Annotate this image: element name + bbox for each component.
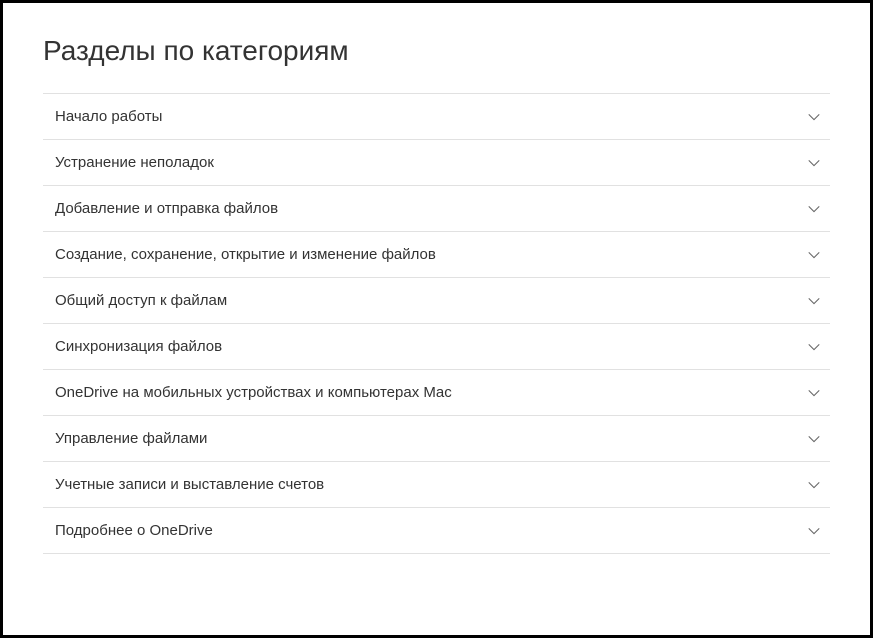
accordion-item-share-files[interactable]: Общий доступ к файлам	[43, 277, 830, 323]
chevron-down-icon	[806, 523, 822, 539]
chevron-down-icon	[806, 293, 822, 309]
accordion-item-label: Создание, сохранение, открытие и изменен…	[55, 246, 436, 263]
accordion-item-manage-files[interactable]: Управление файлами	[43, 415, 830, 461]
accordion-item-label: Общий доступ к файлам	[55, 292, 227, 309]
accordion-item-more-onedrive[interactable]: Подробнее о OneDrive	[43, 507, 830, 554]
chevron-down-icon	[806, 339, 822, 355]
accordion-item-label: Синхронизация файлов	[55, 338, 222, 355]
accordion-item-label: Управление файлами	[55, 430, 207, 447]
chevron-down-icon	[806, 477, 822, 493]
accordion-item-sync-files[interactable]: Синхронизация файлов	[43, 323, 830, 369]
chevron-down-icon	[806, 109, 822, 125]
chevron-down-icon	[806, 247, 822, 263]
accordion-item-troubleshooting[interactable]: Устранение неполадок	[43, 139, 830, 185]
accordion-item-accounts-billing[interactable]: Учетные записи и выставление счетов	[43, 461, 830, 507]
page-title: Разделы по категориям	[43, 35, 830, 67]
chevron-down-icon	[806, 155, 822, 171]
accordion-item-label: Учетные записи и выставление счетов	[55, 476, 324, 493]
accordion-item-label: Подробнее о OneDrive	[55, 522, 213, 539]
category-accordion-list: Начало работы Устранение неполадок Добав…	[43, 93, 830, 554]
chevron-down-icon	[806, 385, 822, 401]
accordion-item-getting-started[interactable]: Начало работы	[43, 93, 830, 139]
accordion-item-label: Начало работы	[55, 108, 162, 125]
accordion-item-label: OneDrive на мобильных устройствах и комп…	[55, 384, 452, 401]
chevron-down-icon	[806, 201, 822, 217]
page-container: Разделы по категориям Начало работы Устр…	[3, 3, 870, 635]
chevron-down-icon	[806, 431, 822, 447]
accordion-item-label: Устранение неполадок	[55, 154, 214, 171]
accordion-item-add-send-files[interactable]: Добавление и отправка файлов	[43, 185, 830, 231]
accordion-item-label: Добавление и отправка файлов	[55, 200, 278, 217]
accordion-item-mobile-mac[interactable]: OneDrive на мобильных устройствах и комп…	[43, 369, 830, 415]
accordion-item-create-save-open-edit[interactable]: Создание, сохранение, открытие и изменен…	[43, 231, 830, 277]
